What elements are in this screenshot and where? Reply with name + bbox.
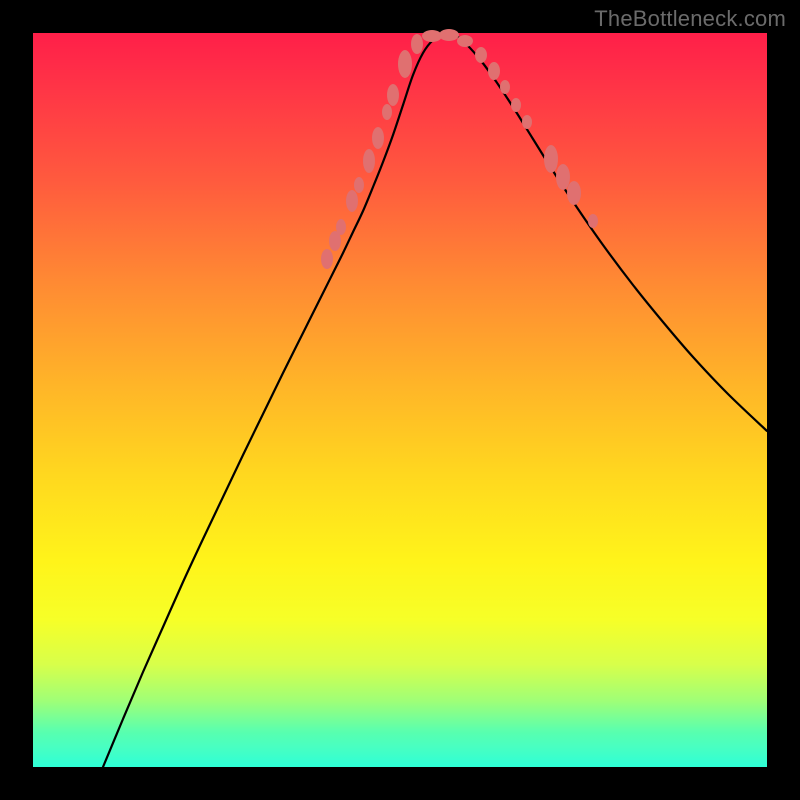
curve-marker <box>511 98 521 112</box>
chart-frame: TheBottleneck.com <box>0 0 800 800</box>
curve-marker <box>411 34 423 54</box>
curve-marker <box>363 149 375 173</box>
curve-marker <box>321 249 333 269</box>
curve-marker <box>354 177 364 193</box>
curve-marker <box>372 127 384 149</box>
curve-marker <box>346 190 358 212</box>
curve-marker <box>500 80 510 94</box>
curve-marker <box>488 62 500 80</box>
bottleneck-curve <box>103 33 767 767</box>
curve-marker <box>544 145 558 173</box>
chart-svg <box>33 33 767 767</box>
curve-marker <box>382 104 392 120</box>
marker-group <box>321 29 598 269</box>
curve-marker <box>556 164 570 190</box>
chart-plot-area <box>33 33 767 767</box>
curve-marker <box>439 29 459 41</box>
curve-marker <box>387 84 399 106</box>
curve-marker <box>457 35 473 47</box>
curve-marker <box>567 181 581 205</box>
curve-marker <box>398 50 412 78</box>
curve-marker <box>336 219 346 235</box>
curve-marker <box>588 214 598 228</box>
curve-marker <box>422 30 442 42</box>
curve-group <box>103 33 767 767</box>
watermark-label: TheBottleneck.com <box>594 6 786 32</box>
curve-marker <box>522 115 532 129</box>
curve-marker <box>475 47 487 63</box>
